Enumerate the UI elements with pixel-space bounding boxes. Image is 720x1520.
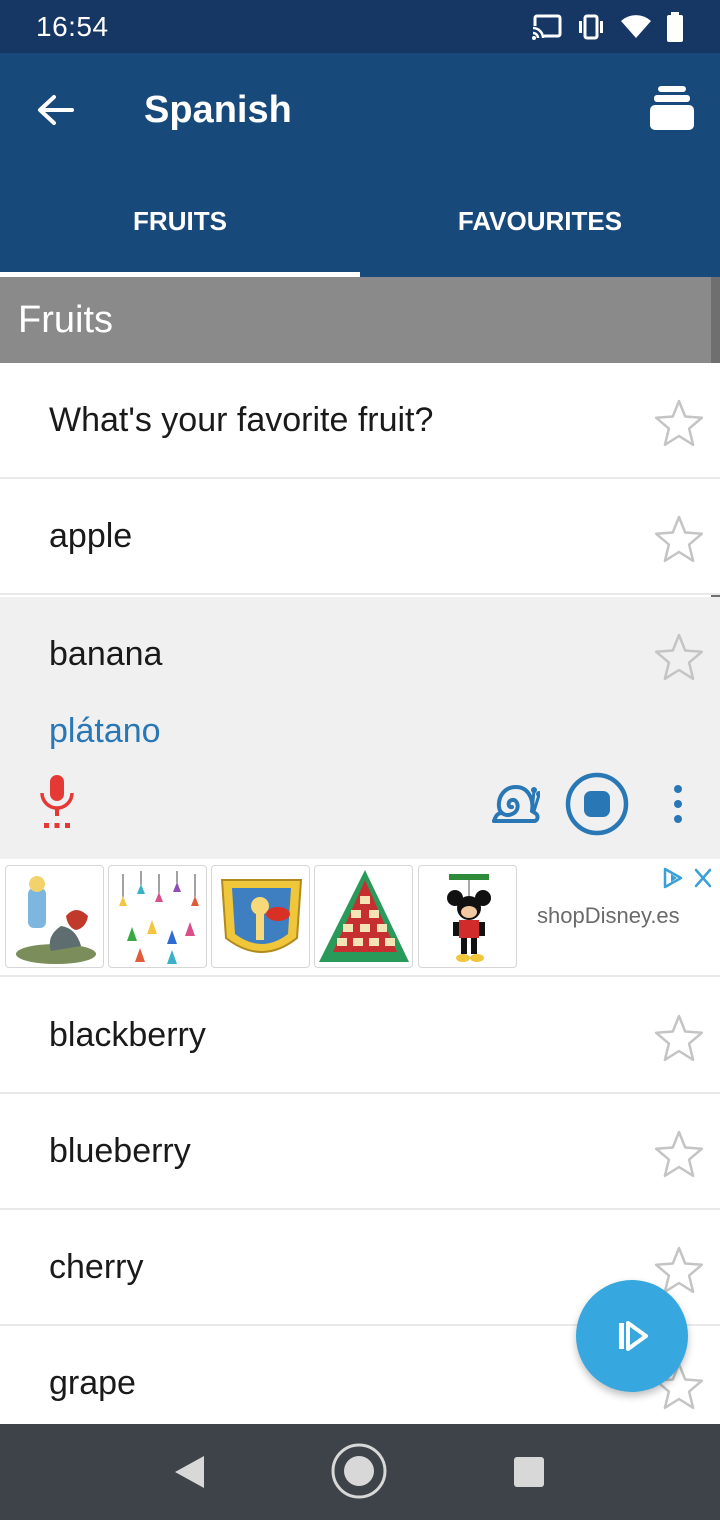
phrase-text: banana — [49, 635, 163, 673]
phrase-text: blueberry — [49, 1132, 191, 1170]
translation-text: plátano — [49, 712, 161, 750]
battery-icon — [667, 11, 683, 42]
ad-tile-mickey-marionette[interactable] — [418, 865, 517, 968]
adchoices-close-icon[interactable] — [662, 866, 714, 890]
expanded-list-item[interactable]: banana plátano — [0, 597, 720, 859]
phrase-text: blackberry — [49, 1016, 206, 1054]
phrase-text: grape — [49, 1364, 136, 1402]
wifi-icon — [621, 14, 651, 38]
star-outline-icon[interactable] — [654, 1129, 704, 1179]
arrow-back-icon[interactable] — [34, 89, 76, 131]
tab-fruits[interactable]: FRUITS — [0, 165, 360, 277]
microphone-icon[interactable] — [36, 775, 78, 831]
more-vertical-icon[interactable] — [668, 784, 688, 824]
ad-tile-alice-figurine[interactable] — [5, 865, 104, 968]
page-title: Spanish — [144, 89, 292, 131]
stack-menu-icon[interactable] — [650, 85, 694, 131]
list-item[interactable]: blackberry — [0, 978, 720, 1094]
cast-icon — [532, 14, 562, 40]
ad-banner[interactable]: shopDisney.es — [0, 859, 720, 977]
star-outline-icon[interactable] — [654, 632, 704, 682]
star-outline-icon[interactable] — [654, 398, 704, 448]
ad-tile-pluto-pin[interactable] — [211, 865, 310, 968]
play-all-button[interactable] — [576, 1280, 688, 1392]
list-item[interactable]: apple — [0, 479, 720, 595]
vibrate-icon — [579, 14, 603, 39]
app-bar: Spanish — [0, 53, 720, 165]
phrase-text: apple — [49, 517, 133, 555]
status-time: 16:54 — [36, 10, 109, 42]
section-header: Fruits — [0, 277, 720, 363]
tab-bar: FRUITS FAVOURITES — [0, 165, 720, 277]
status-icons — [532, 11, 684, 42]
status-bar: 16:54 — [0, 0, 720, 53]
phrase-text: What's your favorite fruit? — [49, 401, 434, 439]
snail-slow-icon[interactable] — [490, 781, 540, 825]
play-all-icon — [619, 1321, 648, 1351]
tab-favourites[interactable]: FAVOURITES — [360, 165, 720, 277]
ad-brand-label[interactable]: shopDisney.es — [537, 903, 680, 929]
list-item[interactable]: What's your favorite fruit? — [0, 363, 720, 479]
star-outline-icon[interactable] — [654, 514, 704, 564]
nav-recents-icon[interactable] — [513, 1456, 545, 1488]
system-nav-bar — [0, 1424, 720, 1520]
star-outline-icon[interactable] — [654, 1013, 704, 1063]
list-item[interactable]: blueberry — [0, 1094, 720, 1210]
ad-tile-princess-ornaments[interactable] — [108, 865, 207, 968]
stop-playback-icon[interactable] — [565, 772, 629, 836]
nav-home-icon[interactable] — [330, 1442, 388, 1500]
phrase-text: cherry — [49, 1248, 144, 1286]
ad-tile-advent-calendar[interactable] — [314, 865, 413, 968]
nav-back-icon[interactable] — [172, 1454, 206, 1490]
